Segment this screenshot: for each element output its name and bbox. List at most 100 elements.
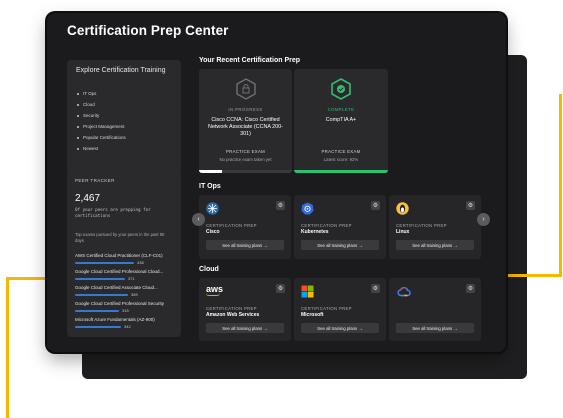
exam-bar [75, 277, 125, 280]
prep-mode: PRACTICE EXAM [226, 149, 265, 154]
aws-logo-icon: aws [206, 285, 226, 298]
explore-panel: Explore Certification Training IT Ops Cl… [67, 60, 181, 174]
prep-status: COMPLETE [327, 107, 355, 112]
explore-item-newest[interactable]: Newest [77, 146, 126, 157]
card-microsoft[interactable]: ⚙ CERTIFICATION PREP Microsoft See all t… [294, 278, 386, 341]
explore-item-label: Cloud [83, 102, 95, 107]
exam-name: AWS Certified Cloud Practitioner (CLF-C0… [75, 253, 163, 258]
see-training-plans-button[interactable]: See all training plans → [206, 323, 284, 333]
microsoft-logo-icon [301, 285, 314, 298]
card-vendor: Linux [396, 229, 410, 235]
exam-row[interactable]: AWS Certified Cloud Practitioner (CLF-C0… [75, 253, 171, 265]
exam-count: 315 [122, 308, 129, 313]
recent-prep-title: Your Recent Certification Prep [199, 57, 301, 64]
card-vendor: Microsoft [301, 312, 324, 318]
bullet-icon [77, 125, 79, 128]
peer-subtitle: Top exams pursued by your peers in the p… [75, 232, 165, 243]
settings-icon[interactable]: ⚙ [276, 201, 285, 210]
card-vendor: Amazon Web Services [206, 312, 260, 318]
explore-item-label: Newest [83, 146, 99, 151]
aws-logo-text: aws [206, 284, 224, 294]
settings-icon[interactable]: ⚙ [371, 284, 380, 293]
card-kind: CERTIFICATION PREP [206, 306, 257, 311]
prep-card-in-progress[interactable]: IN PROGRESS Cisco CCNA: Cisco Certified … [199, 69, 292, 173]
explore-title: Explore Certification Training [76, 67, 166, 74]
card-kind: CERTIFICATION PREP [396, 223, 447, 228]
exam-row[interactable]: Google Cloud Certified Professional Clou… [75, 269, 171, 281]
see-training-plans-button[interactable]: See all training plans → [396, 323, 474, 333]
lock-hex-icon [235, 78, 256, 100]
bullet-icon [77, 114, 79, 117]
prep-progress-fill [294, 170, 388, 173]
exam-row[interactable]: Microsoft Azure Fundamentals (AZ-900) 34… [75, 317, 171, 329]
exam-bar [75, 293, 128, 296]
explore-item-cloud[interactable]: Cloud [77, 102, 126, 113]
settings-icon[interactable]: ⚙ [276, 284, 285, 293]
card-aws[interactable]: aws ⚙ CERTIFICATION PREP Amazon Web Serv… [199, 278, 291, 341]
explore-item-label: Security [83, 113, 100, 118]
see-training-plans-button[interactable]: See all training plans → [301, 240, 379, 250]
bullet-icon [77, 136, 79, 139]
card-kind: CERTIFICATION PREP [206, 223, 257, 228]
settings-icon[interactable]: ⚙ [466, 284, 475, 293]
prep-progress-track [294, 170, 388, 173]
explore-item-popular-certifications[interactable]: Popular Certifications [77, 135, 126, 146]
card-kubernetes[interactable]: ⚙ CERTIFICATION PREP Kubernetes See all … [294, 195, 386, 259]
decor-line-right-horizontal [505, 274, 562, 277]
card-kind: CERTIFICATION PREP [301, 306, 352, 311]
decor-line-right-vertical [559, 94, 562, 277]
explore-item-label: IT Ops [83, 91, 97, 96]
settings-icon[interactable]: ⚙ [371, 201, 380, 210]
card-google-cloud[interactable]: ⚙ See all training plans → [389, 278, 481, 341]
cloud-title: Cloud [199, 266, 219, 273]
explore-item-label: Popular Certifications [83, 135, 126, 140]
prep-note: No practice exam taken yet [219, 157, 272, 162]
prep-progress-fill [199, 170, 223, 173]
cisco-logo-icon [206, 202, 219, 215]
card-kind: CERTIFICATION PREP [301, 223, 352, 228]
card-vendor: Kubernetes [301, 229, 329, 235]
exam-count: 389 [131, 292, 138, 297]
explore-item-it-ops[interactable]: IT Ops [77, 91, 126, 102]
exam-count: 371 [128, 276, 135, 281]
card-cisco[interactable]: ⚙ CERTIFICATION PREP Cisco See all train… [199, 195, 291, 259]
prep-name: CompTIA A+ [325, 117, 357, 123]
google-cloud-logo-icon [397, 286, 411, 297]
page-title: Certification Prep Center [67, 23, 229, 38]
linux-logo-icon [396, 202, 409, 215]
card-vendor: Cisco [206, 229, 220, 235]
prep-card-complete[interactable]: COMPLETE CompTIA A+ PRACTICE EXAM Latest… [294, 69, 388, 173]
carousel-next-button[interactable]: › [477, 213, 490, 226]
see-training-plans-button[interactable]: See all training plans → [396, 240, 474, 250]
exam-name: Microsoft Azure Fundamentals (AZ-900) [75, 317, 155, 322]
exam-row[interactable]: Google Cloud Certified Professional Secu… [75, 301, 171, 313]
exam-bar [75, 325, 121, 328]
prep-progress-track [199, 170, 292, 173]
see-training-plans-button[interactable]: See all training plans → [206, 240, 284, 250]
it-ops-title: IT Ops [199, 183, 221, 190]
prep-status: IN PROGRESS [228, 107, 263, 112]
explore-list: IT Ops Cloud Security Project Management… [77, 91, 126, 157]
explore-item-security[interactable]: Security [77, 113, 126, 124]
decor-line-left-vertical [6, 277, 9, 418]
exam-count: 342 [124, 324, 131, 329]
see-training-plans-button[interactable]: See all training plans → [301, 323, 379, 333]
peer-count: 2,467 [75, 193, 101, 204]
settings-icon[interactable]: ⚙ [466, 201, 475, 210]
exam-count: 438 [137, 260, 144, 265]
app-window: Certification Prep Center Explore Certif… [47, 13, 506, 352]
exam-row[interactable]: Google Cloud Certified Associate Cloud..… [75, 285, 171, 297]
exam-bar [75, 309, 119, 312]
bullet-icon [77, 103, 79, 106]
prep-mode: PRACTICE EXAM [321, 149, 361, 154]
peer-description: Of your peers are prepping for certifica… [75, 207, 151, 218]
explore-item-project-management[interactable]: Project Management [77, 124, 126, 135]
bullet-icon [77, 92, 79, 95]
exam-name: Google Cloud Certified Professional Clou… [75, 269, 164, 274]
carousel-prev-button[interactable]: ‹ [192, 213, 205, 226]
card-linux[interactable]: ⚙ CERTIFICATION PREP Linux See all train… [389, 195, 481, 259]
exam-name: Google Cloud Certified Associate Cloud..… [75, 285, 158, 290]
bullet-icon [77, 147, 79, 150]
prep-note: Latest score: 92% [323, 157, 359, 162]
exam-bar [75, 261, 134, 264]
